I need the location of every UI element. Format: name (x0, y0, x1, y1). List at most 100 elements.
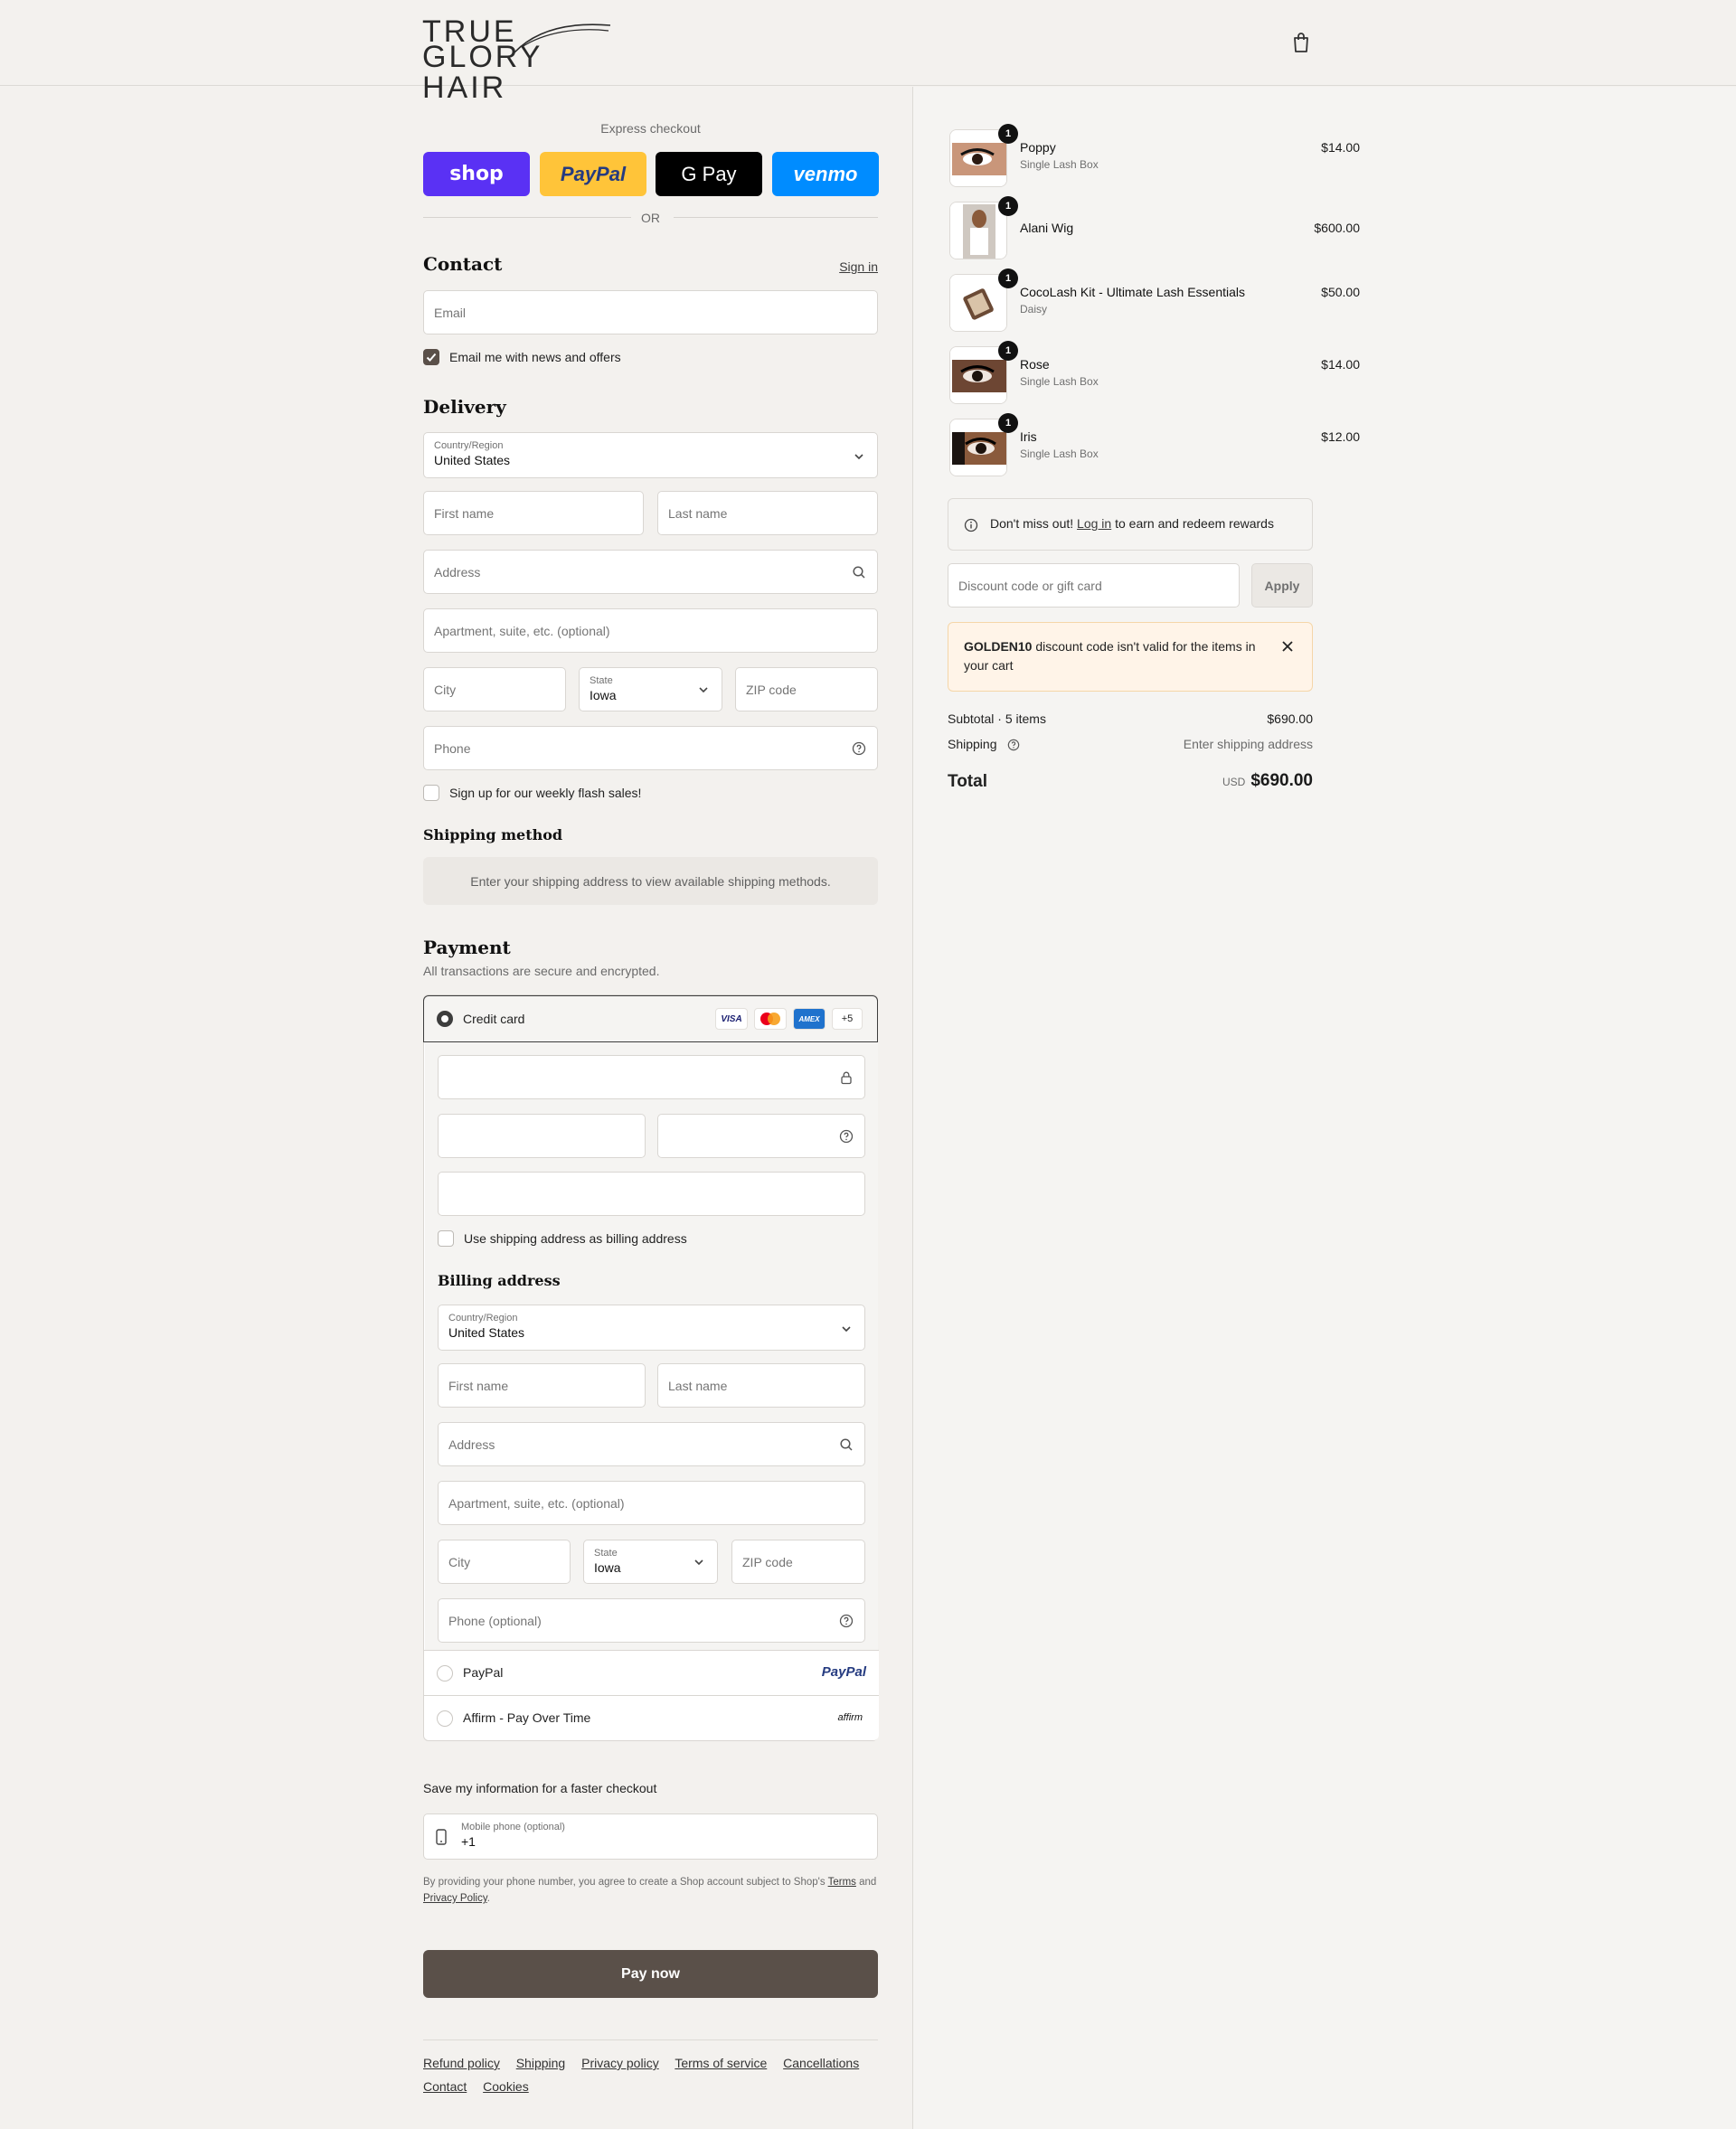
rewards-suffix: to earn and redeem rewards (1115, 516, 1274, 531)
terms-prefix: By providing your phone number, you agre… (423, 1877, 826, 1888)
qty-badge: 1 (998, 413, 1018, 433)
country-select[interactable]: Country/Region United States (423, 432, 878, 478)
express-checkout-title: Express checkout (600, 121, 701, 136)
apartment-field[interactable]: Apartment, suite, etc. (optional) (423, 608, 878, 653)
billing-state-label: State (594, 1548, 618, 1559)
refund-policy-link[interactable]: Refund policy (423, 2056, 500, 2070)
brand-logo[interactable]: TRUE GLORY HAIR (422, 16, 612, 103)
zip-placeholder: ZIP code (746, 683, 797, 697)
city-field[interactable]: City (423, 667, 566, 711)
billing-same-label: Use shipping address as billing address (464, 1231, 687, 1246)
apply-button[interactable]: Apply (1251, 563, 1313, 608)
shipping-method-notice: Enter your shipping address to view avai… (423, 857, 878, 905)
product-name: Rose (1020, 357, 1050, 372)
state-select[interactable]: State Iowa (579, 667, 722, 711)
affirm-radio[interactable] (437, 1710, 453, 1727)
billing-phone-field[interactable]: Phone (optional) (438, 1598, 865, 1643)
cookies-link[interactable]: Cookies (483, 2079, 529, 2094)
affirm-logo: affirm (837, 1712, 863, 1723)
qty-badge: 1 (998, 341, 1018, 361)
news-checkbox[interactable] (423, 349, 439, 365)
shipping-link[interactable]: Shipping (516, 2056, 566, 2070)
logo-swoosh-icon (514, 24, 611, 53)
billing-apartment-placeholder: Apartment, suite, etc. (optional) (448, 1496, 625, 1511)
billing-same-checkbox[interactable] (438, 1230, 454, 1247)
billing-city-field[interactable]: City (438, 1540, 571, 1584)
billing-zip-placeholder: ZIP code (742, 1555, 793, 1569)
mastercard-icon (754, 1008, 787, 1030)
help-circle-icon[interactable] (839, 1614, 854, 1628)
amex-icon: AMEX (793, 1008, 826, 1030)
billing-country-label: Country/Region (448, 1313, 518, 1324)
search-icon (840, 1438, 853, 1451)
help-circle-icon[interactable] (852, 741, 866, 756)
zip-field[interactable]: ZIP code (735, 667, 878, 711)
security-code-field[interactable] (657, 1114, 865, 1158)
billing-apartment-field[interactable]: Apartment, suite, etc. (optional) (438, 1481, 865, 1525)
paypal-express-button[interactable]: PayPal (540, 152, 646, 196)
credit-card-radio[interactable] (437, 1011, 453, 1027)
billing-last-name-placeholder: Last name (668, 1379, 728, 1393)
billing-first-name-placeholder: First name (448, 1379, 509, 1393)
rewards-text: Don't miss out! Log in to earn and redee… (990, 516, 1274, 531)
subtotal-value: $690.00 (1267, 711, 1313, 726)
billing-zip-field[interactable]: ZIP code (731, 1540, 865, 1584)
email-field[interactable]: Email (423, 290, 878, 334)
paypal-option[interactable]: PayPal PayPal (424, 1650, 879, 1695)
flash-sales-label: Sign up for our weekly flash sales! (449, 786, 642, 800)
last-name-placeholder: Last name (668, 506, 728, 521)
paypal-radio[interactable] (437, 1665, 453, 1682)
terms-of-service-link[interactable]: Terms of service (675, 2056, 767, 2070)
last-name-field[interactable]: Last name (657, 491, 878, 535)
privacy-link[interactable]: Privacy Policy (423, 1893, 487, 1904)
discount-code-field[interactable]: Discount code or gift card (948, 563, 1240, 608)
shop-pay-button[interactable]: shop (423, 152, 530, 196)
address-field[interactable]: Address (423, 550, 878, 594)
check-icon (426, 353, 437, 362)
more-cards-label: +5 (841, 1013, 854, 1024)
discount-placeholder: Discount code or gift card (958, 579, 1102, 593)
cancellations-link[interactable]: Cancellations (783, 2056, 859, 2070)
product-name: Iris (1020, 429, 1037, 444)
expiration-field[interactable] (438, 1114, 646, 1158)
state-value: Iowa (590, 688, 617, 702)
first-name-field[interactable]: First name (423, 491, 644, 535)
chevron-down-icon (842, 1326, 851, 1333)
credit-card-option[interactable]: Credit card VISA AMEX +5 (423, 995, 878, 1042)
chevron-down-icon (699, 687, 708, 693)
address-placeholder: Address (434, 565, 481, 579)
sign-in-link[interactable]: Sign in (839, 259, 878, 274)
rewards-login-link[interactable]: Log in (1077, 516, 1111, 531)
card-number-field[interactable] (438, 1055, 865, 1099)
payment-methods: Credit card VISA AMEX +5 Use shipping ad… (423, 994, 879, 1741)
contact-link[interactable]: Contact (423, 2079, 467, 2094)
billing-country-select[interactable]: Country/Region United States (438, 1305, 865, 1351)
billing-address-field[interactable]: Address (438, 1422, 865, 1466)
venmo-button[interactable]: venmo (772, 152, 879, 196)
name-on-card-field[interactable] (438, 1172, 865, 1216)
flash-sales-checkbox[interactable] (423, 785, 439, 801)
help-circle-icon[interactable] (1007, 739, 1020, 751)
billing-last-name-field[interactable]: Last name (657, 1363, 865, 1408)
total-label: Total (948, 772, 987, 791)
shop-pay-label: shop (449, 163, 504, 185)
google-pay-button[interactable]: G Pay (656, 152, 762, 196)
affirm-option[interactable]: Affirm - Pay Over Time affirm (424, 1695, 879, 1740)
privacy-policy-link[interactable]: Privacy policy (581, 2056, 659, 2070)
pay-now-button[interactable]: Pay now (423, 1950, 878, 1998)
terms-link[interactable]: Terms (828, 1877, 856, 1888)
phone-field[interactable]: Phone (423, 726, 878, 770)
close-icon[interactable] (1281, 640, 1294, 653)
billing-first-name-field[interactable]: First name (438, 1363, 646, 1408)
help-circle-icon[interactable] (839, 1129, 854, 1144)
billing-address-placeholder: Address (448, 1437, 495, 1452)
first-name-placeholder: First name (434, 506, 495, 521)
shopping-bag-icon[interactable] (1291, 32, 1311, 53)
product-name: Poppy (1020, 140, 1056, 155)
mobile-phone-field[interactable]: Mobile phone (optional) +1 (423, 1813, 878, 1860)
total-currency: USD (1222, 776, 1246, 788)
contact-heading: Contact (423, 253, 503, 275)
billing-address-heading: Billing address (438, 1272, 561, 1289)
venmo-label: venmo (793, 162, 858, 185)
billing-state-select[interactable]: State Iowa (583, 1540, 718, 1584)
